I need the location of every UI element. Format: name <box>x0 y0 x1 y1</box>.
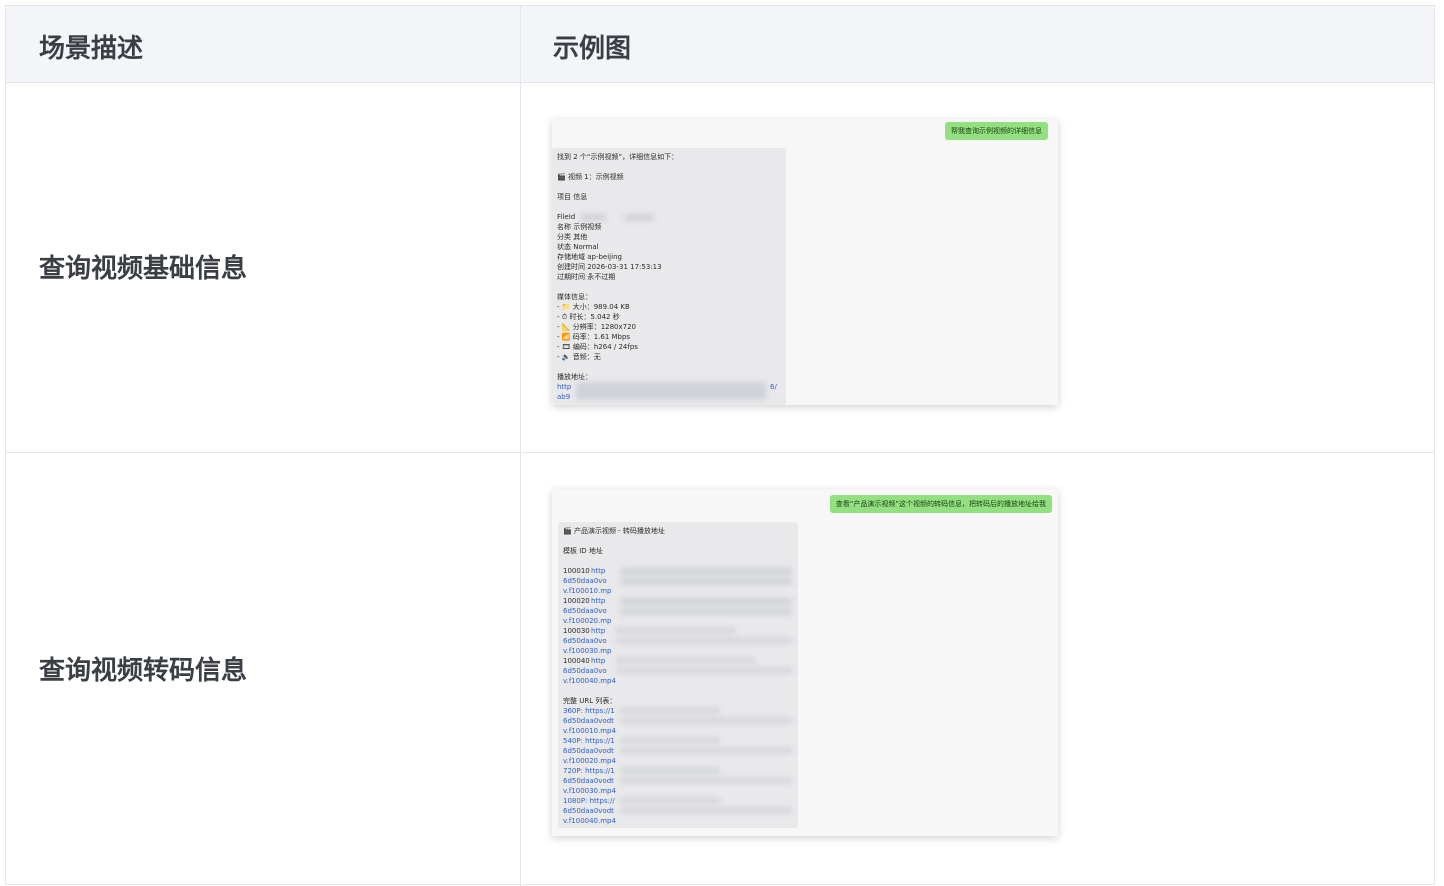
redacted-url <box>620 738 720 743</box>
reply-line: 分类 其他 <box>557 233 588 241</box>
assistant-reply: 找到 2 个“示例视频”，详细信息如下： 🎬 视频 1：示例视频 项目 信息 F… <box>552 148 786 405</box>
reply-line: 100030 <box>563 627 590 635</box>
reply-link: 6d50daa0vo <box>563 607 607 615</box>
reply-line: 媒体信息： <box>557 293 592 301</box>
redacted-url <box>616 628 736 633</box>
redacted-url <box>620 768 720 773</box>
reply-link: v.f100020.mp <box>563 617 612 625</box>
row-label-basic-info: 查询视频基础信息 <box>39 254 248 284</box>
reply-line: 100040 <box>563 657 590 665</box>
example-screenshot-transcode-info: 查看“产品演示视频”这个视频的转码信息，把转码后的播放地址给我 🎬 产品演示视频… <box>552 489 1058 836</box>
redacted-url <box>620 708 720 713</box>
reply-link: v.f100020.mp4 <box>563 757 616 765</box>
reply-line: - ⏱ 时长：5.042 秒 <box>557 313 620 321</box>
reply-link: 6d50daa0vodt <box>563 807 614 815</box>
example-screenshot-basic-info: 帮我查询示例视频的详细信息 找到 2 个“示例视频”，详细信息如下： 🎬 视频 … <box>552 119 1058 405</box>
redacted-url <box>616 658 756 663</box>
reply-line: 播放地址： <box>557 373 592 381</box>
reply-line: FileId <box>557 213 576 221</box>
user-message: 帮我查询示例视频的详细信息 <box>945 122 1048 140</box>
reply-line: 100020 <box>563 597 590 605</box>
reply-line: - 🎞 编码：h264 / 24fps <box>557 343 638 351</box>
reply-line: - 🔈 音频：无 <box>557 353 601 361</box>
reply-link: 720P: https://1 <box>563 767 615 775</box>
row-divider <box>6 452 1434 453</box>
reply-link: 540P: https://1 <box>563 737 615 745</box>
reply-line: 找到 2 个“示例视频”，详细信息如下： <box>557 153 679 161</box>
redacted-fileid <box>580 214 606 221</box>
reply-line: - 📶 码率：1.61 Mbps <box>557 333 631 341</box>
reply-line: 完整 URL 列表： <box>563 697 617 705</box>
reply-link: http <box>591 657 606 665</box>
user-message: 查看“产品演示视频”这个视频的转码信息，把转码后的播放地址给我 <box>829 495 1052 513</box>
row-label-transcode-info: 查询视频转码信息 <box>39 656 248 686</box>
redacted-url <box>620 808 792 813</box>
reply-line: 名称 示例视频 <box>557 223 602 231</box>
reply-link: 6d50daa0vodt <box>563 717 614 725</box>
reply-link: v.f100030.mp <box>563 647 612 655</box>
reply-link: 360P: https://1 <box>563 707 615 715</box>
reply-link: v.f100030.mp4 <box>563 787 616 795</box>
redacted-url <box>620 748 792 753</box>
reply-link: v.f100040.mp4 <box>563 817 616 825</box>
reply-link: 6d50daa0vodt <box>563 747 614 755</box>
reply-link: http <box>557 383 572 391</box>
reply-line: 状态 Normal <box>557 243 599 251</box>
redacted-fileid <box>624 214 654 221</box>
reply-link: v.f100040.mp4 <box>563 677 616 685</box>
redacted-url <box>620 578 792 585</box>
reply-link: http <box>591 567 606 575</box>
reply-link: 6d50daa0vo <box>563 667 607 675</box>
reply-line: 模板 ID 地址 <box>563 547 603 555</box>
reply-link: ab9 <box>557 393 571 401</box>
redacted-url <box>620 778 792 783</box>
reply-link: 6/ <box>770 383 777 391</box>
table-header: 场景描述 示例图 <box>6 6 1434 83</box>
redacted-url <box>620 798 720 803</box>
reply-link: 1080P: https:// <box>563 797 615 805</box>
scenario-table: 场景描述 示例图 查询视频基础信息 帮我查询示例视频的详细信息 找到 2 个“示… <box>5 5 1435 886</box>
reply-line: - 📐 分辨率：1280x720 <box>557 323 637 331</box>
redacted-url <box>576 382 766 400</box>
redacted-url <box>620 598 792 605</box>
redacted-url <box>620 568 792 575</box>
reply-line: - 📁 大小：989.04 KB <box>557 303 630 311</box>
column-divider <box>520 6 521 886</box>
reply-line: 创建时间 2026-03-31 17:53:13 <box>557 263 662 271</box>
reply-link: 6d50daa0vodt <box>563 777 614 785</box>
reply-link: http <box>591 627 606 635</box>
reply-line: 100010 <box>563 567 590 575</box>
reply-link: 6d50daa0vo <box>563 577 607 585</box>
reply-link: v.f100010.mp4 <box>563 727 616 735</box>
reply-link: v.f100010.mp <box>563 587 612 595</box>
header-example: 示例图 <box>553 34 632 64</box>
reply-line: 过期时间 永不过期 <box>557 273 616 281</box>
header-scenario: 场景描述 <box>39 34 144 64</box>
redacted-url <box>620 608 792 615</box>
reply-line: 存储地域 ap-beijing <box>557 253 622 261</box>
reply-link: 6d50daa0vo <box>563 637 607 645</box>
reply-line: 项目 信息 <box>557 193 588 201</box>
redacted-url <box>620 718 792 723</box>
reply-link: http <box>591 597 606 605</box>
reply-line: 🎬 视频 1：示例视频 <box>557 173 624 181</box>
redacted-url <box>616 668 792 673</box>
redacted-url <box>616 638 792 643</box>
reply-line: 🎬 产品演示视频 - 转码播放地址 <box>563 527 665 535</box>
assistant-reply: 🎬 产品演示视频 - 转码播放地址 模板 ID 地址 100010 http 6… <box>558 522 798 828</box>
